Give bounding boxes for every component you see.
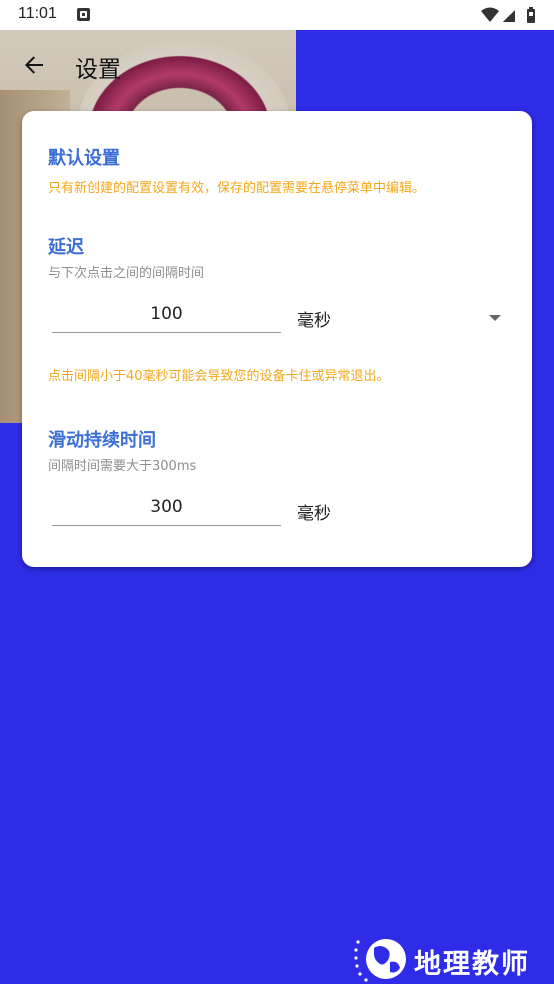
default-settings-note: 只有新创建的配置设置有效，保存的配置需要在悬停菜单中编辑。 [48, 181, 426, 196]
app-notification-icon [77, 8, 90, 21]
battery-icon [527, 7, 535, 23]
swipe-duration-description: 间隔时间需要大于300ms [48, 459, 197, 474]
delay-description: 与下次点击之间的间隔时间 [48, 266, 205, 281]
watermark: 地理教师 [352, 934, 552, 984]
swipe-duration-title: 滑动持续时间 [48, 430, 156, 451]
watermark-text: 地理教师 [414, 949, 530, 980]
delay-title: 延迟 [48, 237, 84, 258]
wifi-icon [481, 7, 499, 22]
delay-unit: 毫秒 [297, 311, 331, 331]
chevron-down-icon[interactable] [488, 314, 502, 322]
delay-input[interactable]: 100 [52, 299, 281, 333]
status-time: 11:01 [18, 5, 57, 22]
arrow-left-icon [25, 56, 43, 74]
settings-card: 默认设置 只有新创建的配置设置有效，保存的配置需要在悬停菜单中编辑。 延迟 与下… [22, 111, 532, 567]
signal-icon [503, 10, 515, 22]
delay-warning: 点击间隔小于40毫秒可能会导致您的设备卡住或异常退出。 [48, 369, 390, 384]
toolbar: 设置 [0, 30, 554, 98]
status-bar: 11:01 [0, 0, 554, 30]
default-settings-title: 默认设置 [48, 148, 120, 169]
back-button[interactable] [18, 49, 50, 81]
swipe-duration-unit: 毫秒 [297, 504, 331, 524]
globe-logo-icon [354, 939, 406, 982]
swipe-duration-input[interactable]: 300 [52, 492, 281, 526]
status-icons [480, 6, 542, 24]
page-title: 设置 [75, 57, 121, 83]
